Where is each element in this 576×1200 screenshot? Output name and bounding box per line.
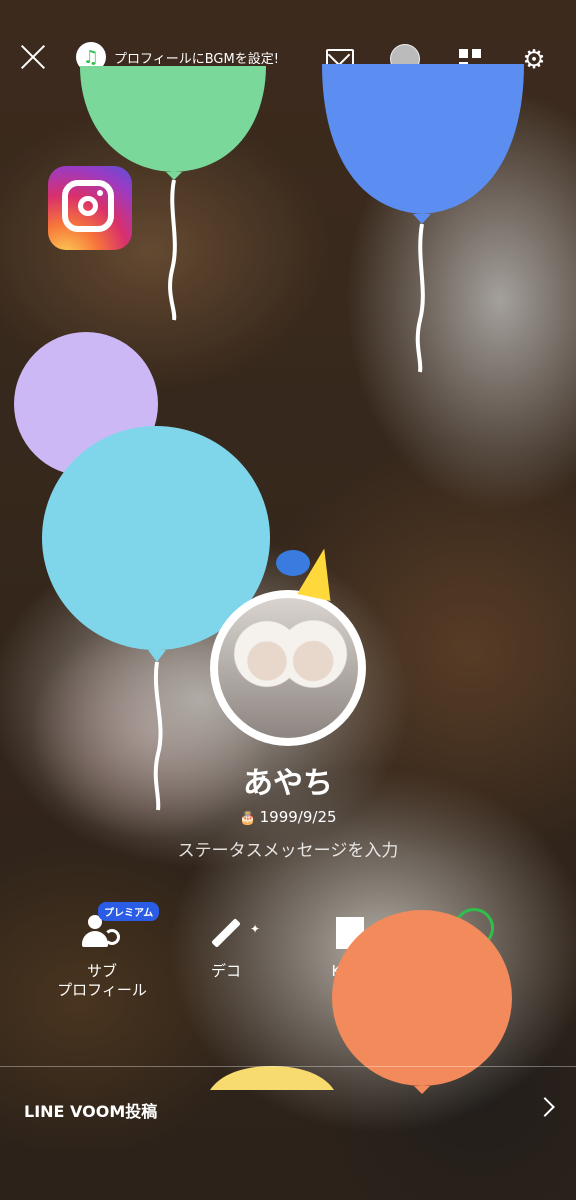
line-voom-post-row[interactable]: LINE VOOM投稿 xyxy=(0,1084,576,1134)
profile-photo-image xyxy=(218,598,358,738)
profile-name[interactable]: あやち xyxy=(0,758,576,802)
birthday-date: 1999/9/25 xyxy=(259,808,337,826)
profile-picture[interactable] xyxy=(210,590,366,746)
deco-button[interactable]: ✦ デコ xyxy=(166,908,286,981)
line-voom-label: LINE VOOM投稿 xyxy=(24,1102,158,1121)
close-icon[interactable] xyxy=(20,44,46,70)
pen-sparkle-icon xyxy=(211,918,241,948)
balloon-green xyxy=(80,66,266,321)
premium-badge: プレミアム xyxy=(98,902,160,921)
sparkle-icon: ✦ xyxy=(249,922,260,936)
deco-label: デコ xyxy=(210,962,241,980)
status-message-input[interactable]: ステータスメッセージを入力 xyxy=(0,836,576,861)
birthday: 🎂 1999/9/25 xyxy=(0,808,576,826)
chevron-right-icon xyxy=(535,1097,555,1117)
sub-profile-button[interactable]: プレミアム サブ プロフィール xyxy=(42,902,162,1000)
divider xyxy=(0,1066,576,1067)
balloon-blue xyxy=(322,64,524,373)
balloon-orange xyxy=(332,910,512,1094)
sub-profile-label: サブ プロフィール xyxy=(57,962,147,999)
cake-icon: 🎂 xyxy=(239,811,256,826)
